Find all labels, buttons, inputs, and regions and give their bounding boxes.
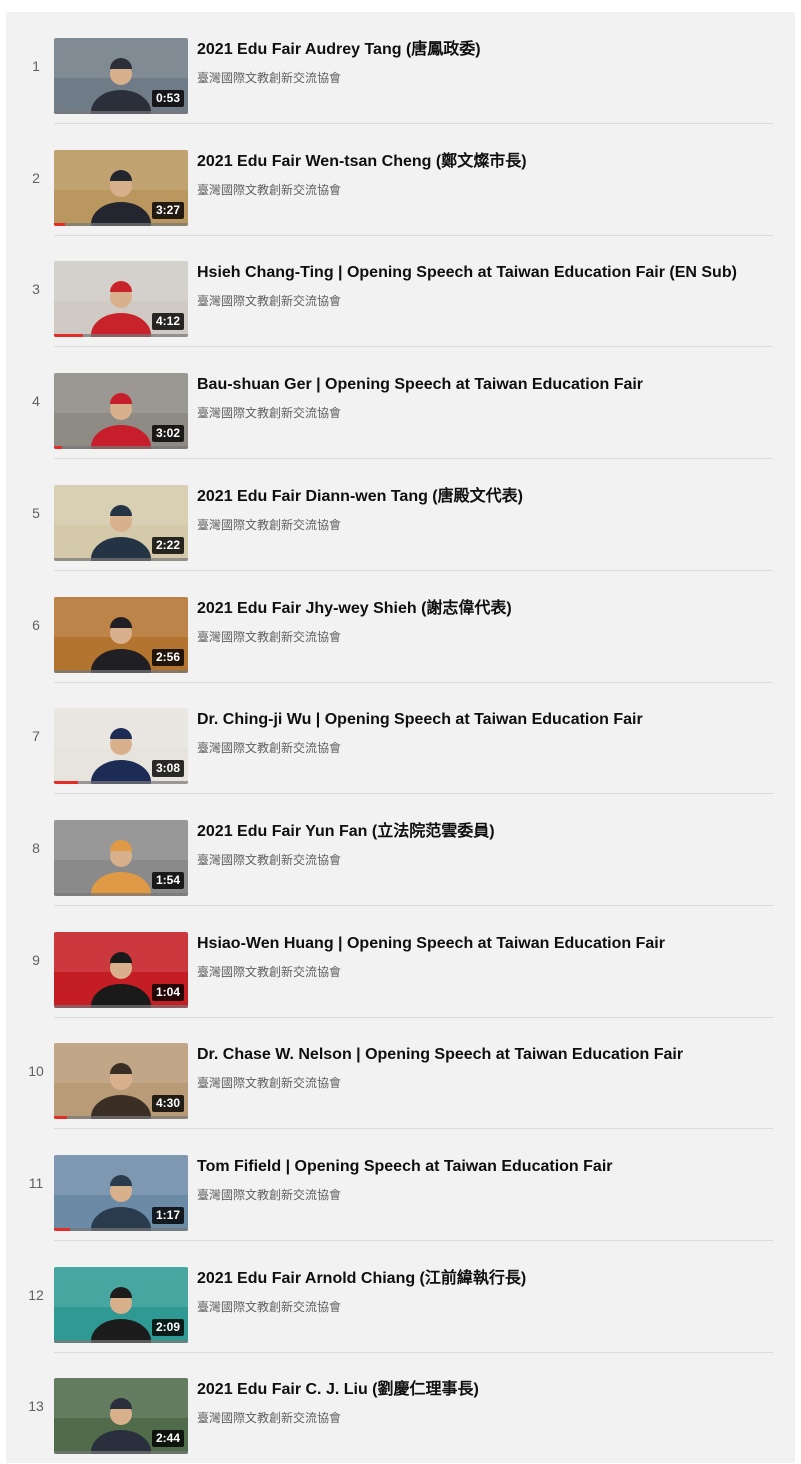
video-thumbnail[interactable]: 2:09 <box>54 1266 188 1343</box>
video-title[interactable]: 2021 Edu Fair C. J. Liu (劉慶仁理事長) <box>197 1379 787 1401</box>
video-title[interactable]: Tom Fifield | Opening Speech at Taiwan E… <box>197 1156 787 1178</box>
channel-name[interactable]: 臺灣國際文教創新交流協會 <box>197 293 341 309</box>
watch-progress-bar <box>54 781 188 785</box>
playlist-item[interactable]: 1 0:53 2021 Edu Fair Audrey Tang (唐鳳政委) … <box>6 12 795 124</box>
video-thumbnail[interactable]: 3:02 <box>54 373 188 450</box>
item-index: 11 <box>28 1175 44 1191</box>
playlist-item[interactable]: 3 4:12 Hsieh Chang-Ting | Opening Speech… <box>6 235 795 348</box>
item-index: 6 <box>32 616 40 633</box>
duration-badge: 3:02 <box>151 425 184 443</box>
watch-progress-bar <box>54 222 188 226</box>
channel-name[interactable]: 臺灣國際文教創新交流協會 <box>197 852 341 868</box>
watch-progress-bar <box>54 1339 188 1343</box>
duration-badge: 3:08 <box>151 760 184 778</box>
playlist-item[interactable]: 12 2:09 2021 Edu Fair Arnold Chiang (江前緯… <box>6 1241 795 1353</box>
channel-name[interactable]: 臺灣國際文教創新交流協會 <box>197 964 341 980</box>
channel-name[interactable]: 臺灣國際文教創新交流協會 <box>197 1075 341 1091</box>
watch-progress-bar <box>54 1116 188 1120</box>
duration-badge: 0:53 <box>151 90 184 107</box>
watch-progress-bar <box>54 1004 188 1008</box>
item-index: 10 <box>28 1063 44 1080</box>
playlist-item[interactable]: 7 3:08 Dr. Ching-ji Wu | Opening Speech … <box>6 682 795 795</box>
video-title[interactable]: 2021 Edu Fair Wen-tsan Cheng (鄭文燦市長) <box>197 151 787 173</box>
channel-name[interactable]: 臺灣國際文教創新交流協會 <box>197 182 341 198</box>
watch-progress-bar <box>54 111 188 114</box>
channel-name[interactable]: 臺灣國際文教創新交流協會 <box>197 517 341 533</box>
channel-name[interactable]: 臺灣國際文教創新交流協會 <box>197 1187 341 1203</box>
watch-progress-bar <box>54 1451 188 1455</box>
video-title[interactable]: Bau-shuan Ger | Opening Speech at Taiwan… <box>197 374 787 396</box>
duration-badge: 2:09 <box>151 1318 184 1336</box>
watch-progress-bar <box>54 669 188 673</box>
channel-name[interactable]: 臺灣國際文教創新交流協會 <box>197 405 341 421</box>
video-thumbnail[interactable]: 2:22 <box>54 484 188 561</box>
playlist-item[interactable]: 10 4:30 Dr. Chase W. Nelson | Opening Sp… <box>6 1017 795 1130</box>
video-thumbnail[interactable]: 1:04 <box>54 931 188 1008</box>
playlist-item[interactable]: 11 1:17 Tom Fifield | Opening Speech at … <box>6 1129 795 1241</box>
video-title[interactable]: Dr. Chase W. Nelson | Opening Speech at … <box>197 1044 787 1066</box>
duration-badge: 1:17 <box>151 1207 184 1224</box>
playlist-item[interactable]: 6 2:56 2021 Edu Fair Jhy-wey Shieh (謝志偉代… <box>6 571 795 683</box>
channel-name[interactable]: 臺灣國際文教創新交流協會 <box>197 740 341 756</box>
item-index: 9 <box>32 951 40 968</box>
duration-badge: 3:27 <box>151 201 184 219</box>
duration-badge: 2:56 <box>151 648 184 666</box>
video-thumbnail[interactable]: 4:30 <box>54 1043 188 1120</box>
playlist-item[interactable]: 13 2:44 2021 Edu Fair C. J. Liu (劉慶仁理事長)… <box>6 1352 795 1464</box>
channel-name[interactable]: 臺灣國際文教創新交流協會 <box>197 1410 341 1426</box>
video-thumbnail[interactable]: 2:56 <box>54 596 188 673</box>
watch-progress-bar <box>54 334 188 338</box>
video-title[interactable]: 2021 Edu Fair Audrey Tang (唐鳳政委) <box>197 39 787 61</box>
video-title[interactable]: 2021 Edu Fair Arnold Chiang (江前緯執行長) <box>197 1268 787 1290</box>
video-title[interactable]: 2021 Edu Fair Jhy-wey Shieh (謝志偉代表) <box>197 598 787 620</box>
playlist-item[interactable]: 8 1:54 2021 Edu Fair Yun Fan (立法院范雲委員) 臺… <box>6 794 795 906</box>
channel-name[interactable]: 臺灣國際文教創新交流協會 <box>197 1299 341 1315</box>
video-thumbnail[interactable]: 1:17 <box>54 1155 188 1231</box>
video-title[interactable]: Hsiao-Wen Huang | Opening Speech at Taiw… <box>197 933 787 955</box>
duration-badge: 4:12 <box>151 313 184 331</box>
duration-badge: 4:30 <box>151 1095 184 1113</box>
video-thumbnail[interactable]: 3:08 <box>54 708 188 785</box>
duration-badge: 1:54 <box>151 871 184 889</box>
playlist-item[interactable]: 4 3:02 Bau-shuan Ger | Opening Speech at… <box>6 347 795 460</box>
playlist-item[interactable]: 2 3:27 2021 Edu Fair Wen-tsan Cheng (鄭文燦… <box>6 124 795 236</box>
item-index: 7 <box>32 728 40 745</box>
item-index: 1 <box>32 58 40 74</box>
playlist-panel: 1 0:53 2021 Edu Fair Audrey Tang (唐鳳政委) … <box>6 12 795 1463</box>
watch-progress-bar <box>54 557 188 561</box>
duration-badge: 2:44 <box>151 1430 184 1448</box>
video-title[interactable]: Dr. Ching-ji Wu | Opening Speech at Taiw… <box>197 709 787 731</box>
watch-progress-bar <box>54 892 188 896</box>
video-title[interactable]: 2021 Edu Fair Diann-wen Tang (唐殿文代表) <box>197 486 787 508</box>
item-index: 4 <box>32 393 40 410</box>
video-thumbnail[interactable]: 0:53 <box>54 38 188 114</box>
item-index: 5 <box>32 504 40 521</box>
video-thumbnail[interactable]: 1:54 <box>54 819 188 896</box>
duration-badge: 1:04 <box>151 983 184 1001</box>
item-index: 8 <box>32 839 40 856</box>
item-index: 12 <box>28 1286 44 1303</box>
channel-name[interactable]: 臺灣國際文教創新交流協會 <box>197 70 341 86</box>
item-index: 13 <box>28 1398 44 1415</box>
item-index: 2 <box>32 169 40 186</box>
playlist-item[interactable]: 9 1:04 Hsiao-Wen Huang | Opening Speech … <box>6 906 795 1018</box>
item-index: 3 <box>32 281 40 298</box>
video-title[interactable]: 2021 Edu Fair Yun Fan (立法院范雲委員) <box>197 821 787 843</box>
duration-badge: 2:22 <box>151 536 184 554</box>
video-thumbnail[interactable]: 2:44 <box>54 1378 188 1455</box>
video-title[interactable]: Hsieh Chang-Ting | Opening Speech at Tai… <box>197 262 787 284</box>
playlist-item[interactable]: 5 2:22 2021 Edu Fair Diann-wen Tang (唐殿文… <box>6 459 795 571</box>
video-thumbnail[interactable]: 4:12 <box>54 261 188 338</box>
video-thumbnail[interactable]: 3:27 <box>54 149 188 226</box>
watch-progress-bar <box>54 446 188 450</box>
channel-name[interactable]: 臺灣國際文教創新交流協會 <box>197 629 341 645</box>
watch-progress-bar <box>54 1228 188 1231</box>
